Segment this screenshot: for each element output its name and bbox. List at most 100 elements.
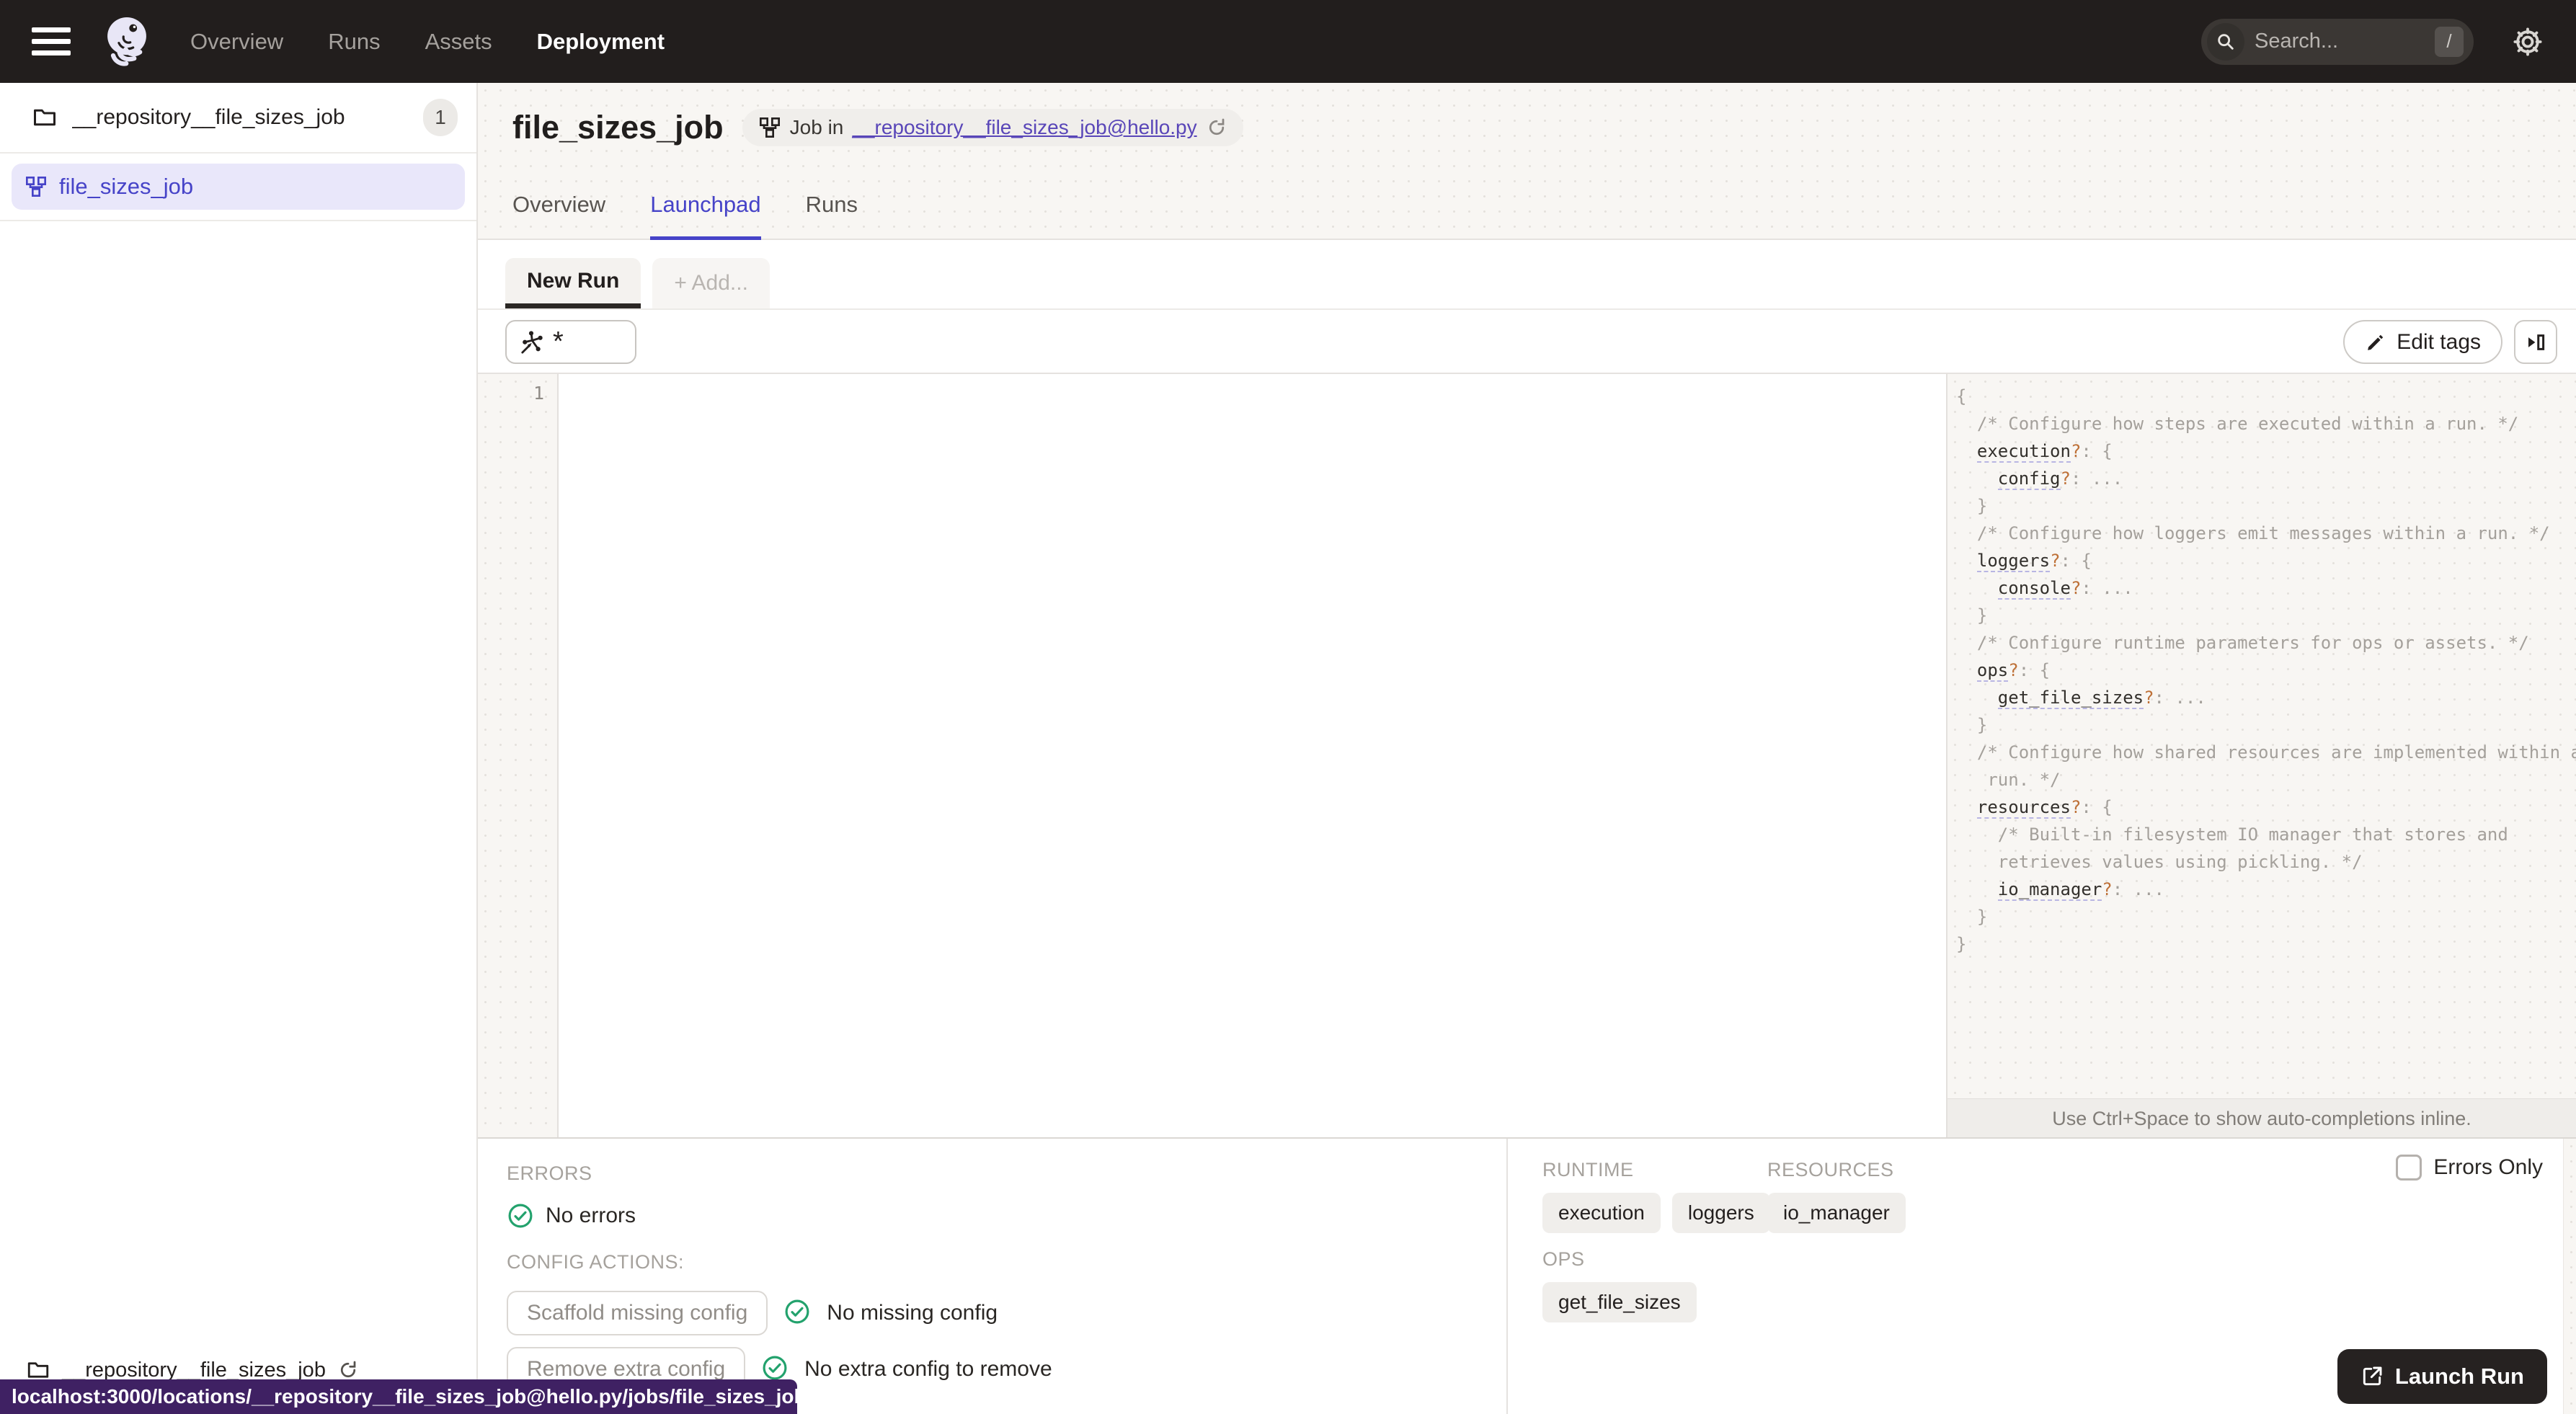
search-shortcut-badge: /	[2435, 26, 2464, 57]
config-schema: { /* Configure how steps are executed wi…	[1947, 374, 2576, 958]
nav-assets[interactable]: Assets	[425, 29, 492, 55]
sidebar-repository-name: __repository__file_sizes_job	[72, 105, 345, 129]
scaffold-config-row: Scaffold missing config No missing confi…	[507, 1291, 1506, 1335]
schema-line: run. */	[1956, 770, 2061, 790]
pencil-icon	[2365, 332, 2386, 353]
errors-only-toggle[interactable]: Errors Only	[2396, 1155, 2543, 1180]
edit-tags-label: Edit tags	[2397, 329, 2481, 354]
launchpad-session-tabs: New Run + Add...	[478, 240, 2576, 310]
tab-launchpad[interactable]: Launchpad	[650, 192, 761, 240]
sidebar-footer-repo-name: __repository__file_sizes_job	[62, 1358, 326, 1382]
run-preview-panel: RUNTIME execution loggers RESOURCES io_m…	[1506, 1139, 2576, 1414]
job-icon	[758, 116, 781, 139]
nav-overview[interactable]: Overview	[190, 29, 283, 55]
reload-icon[interactable]	[1206, 117, 1227, 138]
config-schema-panel: { /* Configure how steps are executed wi…	[1946, 374, 2576, 1137]
schema-line: {	[1956, 386, 1967, 406]
tab-overview[interactable]: Overview	[512, 192, 605, 240]
no-errors-row: No errors	[507, 1202, 1506, 1230]
sidebar-repository-row[interactable]: __repository__file_sizes_job 1	[0, 83, 476, 154]
sidebar-footer: __repository__file_sizes_job	[26, 1358, 359, 1382]
runtime-tag-execution[interactable]: execution	[1542, 1193, 1661, 1233]
runtime-header: RUNTIME	[1542, 1159, 1634, 1180]
main-content: file_sizes_job Job in __repository__file…	[478, 83, 2576, 1414]
check-circle-icon	[783, 1298, 811, 1329]
errors-only-label: Errors Only	[2433, 1155, 2543, 1179]
schema-line: }	[1956, 605, 1988, 626]
config-editor-area: 1 { /* Configure how steps are executed …	[478, 374, 2576, 1137]
op-selector-icon	[518, 329, 544, 355]
gear-icon[interactable]	[2511, 25, 2544, 58]
nav-deployment[interactable]: Deployment	[537, 29, 665, 55]
edit-tags-button[interactable]: Edit tags	[2343, 320, 2502, 364]
sidebar-item-label: file_sizes_job	[59, 174, 194, 199]
job-sidebar: __repository__file_sizes_job 1 file_size…	[0, 83, 478, 1414]
no-extra-config-text: No extra config to remove	[804, 1357, 1052, 1381]
errors-only-checkbox[interactable]	[2396, 1155, 2422, 1180]
schema-line: resources?: {	[1976, 797, 2113, 819]
sidebar-job-list: file_sizes_job	[0, 154, 476, 221]
sidebar-repository-count-badge: 1	[423, 99, 458, 136]
nav-right: Search... /	[2201, 18, 2544, 65]
breadcrumb-prefix: Job in	[789, 116, 844, 138]
job-breadcrumb-pill: Job in __repository__file_sizes_job@hell…	[742, 109, 1243, 146]
launchpad-toolbar: * Edit tags	[478, 310, 2576, 374]
errors-panel: ERRORS No errors CONFIG ACTIONS: Scaffol…	[478, 1139, 1506, 1414]
editor-line-number: 1	[533, 383, 544, 404]
folder-icon	[26, 1358, 50, 1382]
launch-run-label: Launch Run	[2394, 1364, 2524, 1389]
check-circle-icon	[507, 1202, 534, 1230]
session-tab-new-run[interactable]: New Run	[505, 258, 641, 308]
schema-line: execution?: {	[1976, 441, 2113, 463]
resource-tag-io-manager[interactable]: io_manager	[1767, 1193, 1906, 1233]
expand-panel-icon	[2528, 334, 2545, 350]
runtime-tag-loggers[interactable]: loggers	[1671, 1193, 1770, 1233]
nav-runs[interactable]: Runs	[328, 29, 380, 55]
schema-line: io_manager?: ...	[1997, 879, 2165, 901]
session-tab-add[interactable]: + Add...	[652, 258, 770, 308]
op-selector-input[interactable]: *	[505, 320, 636, 364]
schema-line: ops?: {	[1976, 660, 2051, 682]
search-input[interactable]: Search... /	[2201, 18, 2474, 65]
scaffold-missing-config-button[interactable]: Scaffold missing config	[507, 1291, 768, 1335]
no-errors-text: No errors	[546, 1204, 636, 1227]
scrollbar-gutter	[2563, 1139, 2576, 1414]
sidebar-item-file-sizes-job[interactable]: file_sizes_job	[12, 164, 465, 210]
launch-run-button[interactable]: Launch Run	[2337, 1349, 2547, 1404]
resources-section: RESOURCES io_manager	[1767, 1159, 1906, 1233]
bottom-panel: ERRORS No errors CONFIG ACTIONS: Scaffol…	[478, 1137, 2576, 1414]
schema-line: }	[1956, 496, 1988, 516]
schema-line: /* Configure runtime parameters for ops …	[1956, 633, 2529, 653]
schema-line: console?: ...	[1997, 578, 2133, 600]
schema-line: /* Configure how loggers emit messages w…	[1956, 523, 2550, 543]
tab-runs[interactable]: Runs	[806, 192, 858, 240]
dagster-logo-icon[interactable]	[99, 11, 154, 73]
reload-repository-icon[interactable]	[337, 1359, 359, 1381]
dagster-launchpad-screen: Overview Runs Assets Deployment Search..…	[0, 0, 2576, 1414]
runtime-section: RUNTIME execution loggers	[1542, 1159, 1770, 1233]
page-title: file_sizes_job	[512, 109, 724, 146]
schema-line: }	[1956, 715, 1988, 735]
schema-line: retrieves values using pickling. */	[1956, 852, 2363, 872]
search-placeholder: Search...	[2255, 30, 2339, 53]
config-editor-input[interactable]	[559, 374, 1946, 1137]
launch-icon	[2360, 1365, 2384, 1388]
link-preview-tooltip: localhost:3000/locations/__repository__f…	[0, 1379, 797, 1414]
repository-link[interactable]: __repository__file_sizes_job@hello.py	[852, 116, 1196, 139]
ops-header: OPS	[1542, 1248, 1585, 1270]
top-nav: Overview Runs Assets Deployment Search..…	[0, 0, 2576, 83]
op-tag-get-file-sizes[interactable]: get_file_sizes	[1542, 1282, 1697, 1322]
schema-line: config?: ...	[1997, 468, 2123, 490]
schema-line: /* Configure how steps are executed with…	[1956, 414, 2519, 434]
no-missing-config-text: No missing config	[827, 1301, 998, 1325]
editor-gutter: 1	[478, 374, 559, 1137]
page-tabs: Overview Launchpad Runs	[512, 192, 858, 240]
schema-line: }	[1956, 907, 1988, 927]
page-header: file_sizes_job Job in __repository__file…	[478, 83, 2576, 240]
expand-panel-button[interactable]	[2514, 320, 2557, 364]
folder-icon	[32, 105, 58, 130]
primary-nav: Overview Runs Assets Deployment	[190, 29, 665, 55]
schema-line: /* Configure how shared resources are im…	[1956, 742, 2576, 762]
menu-button[interactable]	[32, 22, 78, 61]
schema-line: loggers?: {	[1976, 551, 2092, 572]
